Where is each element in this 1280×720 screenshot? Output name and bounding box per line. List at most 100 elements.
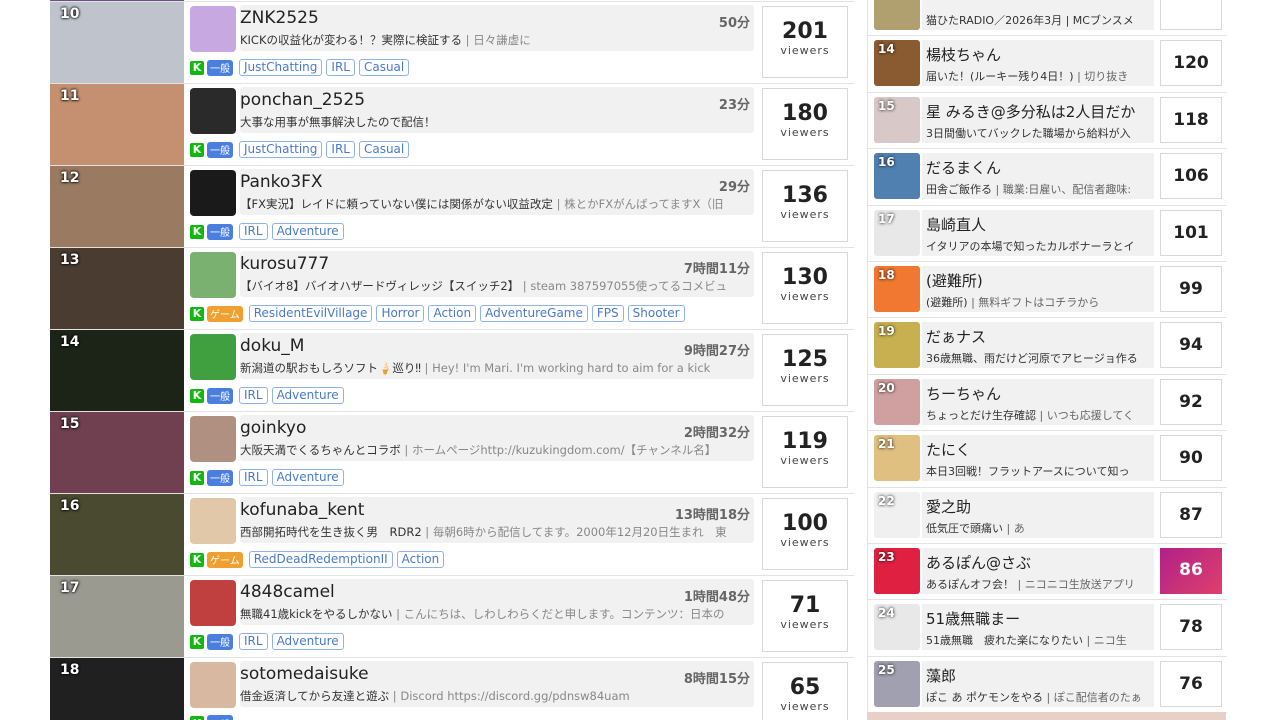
stream-title[interactable]: 田舎ご飯作る | 職業:日雇い、配信者趣味: — [926, 181, 1152, 197]
streamer-avatar[interactable] — [190, 6, 236, 52]
stream-title[interactable]: 大事な用事が無事解決したので配信！ — [240, 114, 754, 130]
stream-row[interactable]: 11 ponchan_2525 23分 大事な用事が無事解決したので配信！ K 一般 Jus… — [50, 84, 854, 166]
streamer-name[interactable]: 藻郎 — [926, 665, 956, 686]
streamer-avatar[interactable] — [190, 334, 236, 380]
stream-row[interactable]: 18 sotomedaisuke 8時間15分 借金返済してから友達と遊ぶ | Dis… — [50, 658, 854, 720]
tag-link[interactable]: Adventure — [271, 387, 344, 404]
tag-link[interactable]: Casual — [358, 141, 410, 158]
sub-stream-row[interactable]: 25 藻郎 ぽこ あ ポケモンをやる | ぽこ配信者のたぁ 76 — [867, 656, 1227, 714]
sub-stream-row[interactable]: 15 星 みるき@多分私は2人目だか 3日間働いてバックレた職場から給料が入 118 — [867, 92, 1227, 150]
stream-title[interactable]: (避難所) | 無料ギフトはコチラから — [926, 294, 1152, 310]
streamer-name[interactable]: だるまくん — [926, 157, 1001, 178]
streamer-avatar[interactable]: 25 — [874, 660, 920, 707]
sub-stream-row[interactable]: 17 島崎直人 イタリアの本場で知ったカルボナーラとイ 101 — [867, 205, 1227, 262]
streamer-avatar[interactable]: 20 — [874, 378, 920, 425]
streamer-name[interactable]: あるぽん@さぶ — [926, 552, 1031, 573]
sub-stream-row[interactable]: 猫ひたRADIO／2026年3月 | MCブンスメ — [867, 0, 1227, 37]
stream-title[interactable]: 大阪天満でくるちゃんとコラボ | ホームページhttp://kuzukingdo… — [240, 442, 754, 458]
stream-title[interactable]: 届いた！(ルーキー残り4日！) | 切り抜き — [926, 68, 1152, 84]
streamer-name[interactable]: goinkyo — [240, 418, 306, 438]
stream-thumbnail[interactable]: 13 — [50, 248, 184, 329]
stream-row[interactable]: 17 4848camel 1時間48分 無職41歳kickをやるしかない | こんにち… — [50, 576, 854, 658]
streamer-name[interactable]: (避難所) — [926, 270, 983, 291]
streamer-avatar[interactable] — [190, 580, 236, 626]
tag-link[interactable]: AdventureGame — [480, 305, 588, 322]
stream-thumbnail[interactable]: 16 — [50, 494, 184, 575]
streamer-name[interactable]: たにく — [926, 439, 971, 460]
sub-stream-row[interactable]: 18 (避難所) (避難所) | 無料ギフトはコチラから 99 — [867, 261, 1227, 319]
stream-title[interactable]: ぽこ あ ポケモンをやる | ぽこ配信者のたぁ — [926, 689, 1152, 705]
tag-link[interactable]: Adventure — [271, 633, 344, 650]
streamer-name[interactable]: 島崎直人 — [926, 214, 986, 235]
tag-link[interactable]: JustChatting — [239, 141, 323, 158]
tag-link[interactable]: Action — [396, 551, 445, 568]
stream-title[interactable]: 51歳無職 疲れた楽になりたい | ニコ生 — [926, 632, 1152, 648]
streamer-avatar[interactable] — [190, 416, 236, 462]
sub-stream-row[interactable]: 21 たにく 本日3回戦！フラットアースについて知っ 90 — [867, 431, 1227, 488]
streamer-avatar[interactable]: 17 — [874, 209, 920, 256]
stream-thumbnail[interactable] — [50, 0, 184, 1]
streamer-name[interactable]: ZNK2525 — [240, 8, 319, 28]
streamer-name[interactable]: ponchan_2525 — [240, 90, 365, 110]
stream-title[interactable]: 無職41歳kickをやるしかない | こんにちは、しわしわらくだと申します。コン… — [240, 606, 754, 622]
streamer-name[interactable]: Panko3FX — [240, 172, 323, 192]
tag-link[interactable]: Adventure — [271, 223, 344, 240]
streamer-name[interactable]: 51歳無職まー — [926, 608, 1020, 629]
streamer-name[interactable]: 星 みるき@多分私は2人目だか — [926, 101, 1135, 122]
streamer-avatar[interactable] — [190, 662, 236, 708]
streamer-avatar[interactable]: 24 — [874, 604, 920, 651]
stream-row[interactable]: 16 kofunaba_kent 13時間18分 西部開拓時代を生き抜く男 RDR2 … — [50, 494, 854, 576]
stream-title[interactable]: ちょっとだけ生存確認 | いつも応援してく — [926, 407, 1152, 423]
tag-link[interactable]: ResidentEvilVillage — [248, 305, 373, 322]
sub-stream-row[interactable]: 20 ちーちゃん ちょっとだけ生存確認 | いつも応援してく 92 — [867, 374, 1227, 432]
sub-stream-row[interactable]: 23 あるぽん@さぶ あるぽんオフ会！ | ニコニコ生放送アプリ 86 — [867, 543, 1227, 601]
stream-thumbnail[interactable]: 17 — [50, 576, 184, 657]
streamer-avatar[interactable]: 23 — [874, 547, 920, 594]
stream-row[interactable]: 12 Panko3FX 29分 【FX実況】レイドに頼っていない僕には関係がない収益改… — [50, 166, 854, 248]
streamer-name[interactable]: kurosu777 — [240, 254, 329, 274]
sub-stream-row[interactable]: 14 楊枝ちゃん 届いた！(ルーキー残り4日！) | 切り抜き 120 — [867, 36, 1227, 93]
stream-title[interactable]: 【バイオ8】バイオハザードヴィレッジ【スイッチ2】 | steam 387597… — [240, 278, 754, 294]
stream-thumbnail[interactable]: 18 — [50, 658, 184, 720]
streamer-avatar[interactable] — [190, 252, 236, 298]
streamer-name[interactable]: ちーちゃん — [926, 383, 1001, 404]
stream-title[interactable]: 新潟道の駅おもしろソフト🍦巡り‼ | Hey! I'm Mari. I'm wo… — [240, 360, 754, 376]
stream-title[interactable]: 西部開拓時代を生き抜く男 RDR2 | 毎朝6時から配信してます。2000年12… — [240, 524, 754, 540]
stream-title[interactable]: 本日3回戦！フラットアースについて知っ — [926, 463, 1152, 479]
sub-stream-row[interactable]: 22 愛之助 低気圧で頭痛い | あ 87 — [867, 487, 1227, 544]
stream-row[interactable]: 15 goinkyo 2時間32分 大阪天満でくるちゃんとコラボ | ホームページht… — [50, 412, 854, 494]
tag-link[interactable]: Action — [428, 305, 477, 322]
tag-link[interactable]: Casual — [358, 59, 410, 76]
tag-link[interactable]: IRL — [326, 59, 355, 76]
streamer-avatar[interactable] — [190, 170, 236, 216]
tag-link[interactable]: Horror — [376, 305, 425, 322]
stream-title[interactable]: 借金返済してから友達と遊ぶ | Discord https://discord.… — [240, 688, 754, 704]
stream-title[interactable]: 低気圧で頭痛い | あ — [926, 520, 1152, 536]
stream-title[interactable]: 猫ひたRADIO／2026年3月 | MCブンスメ — [926, 12, 1152, 28]
streamer-name[interactable]: 愛之助 — [926, 496, 971, 517]
stream-thumbnail[interactable]: 15 — [50, 412, 184, 493]
streamer-avatar[interactable]: 19 — [874, 322, 920, 369]
tag-link[interactable]: Shooter — [627, 305, 685, 322]
streamer-avatar[interactable]: 22 — [874, 491, 920, 538]
stream-title[interactable]: 36歳無職、雨だけど河原でアヒージョ作る — [926, 350, 1152, 366]
tag-link[interactable]: IRL — [239, 633, 268, 650]
stream-title[interactable]: KICKの収益化が変わる！？実際に検証する | 日々謙虚に — [240, 32, 754, 48]
stream-title[interactable]: 【FX実況】レイドに頼っていない僕には関係がない収益改定 | 株とかFXがんばっ… — [240, 196, 754, 212]
stream-thumbnail[interactable]: 10 — [50, 2, 184, 83]
tag-link[interactable]: IRL — [239, 387, 268, 404]
stream-row[interactable]: 14 doku_M 9時間27分 新潟道の駅おもしろソフト🍦巡り‼ | Hey! I'… — [50, 330, 854, 412]
streamer-avatar[interactable] — [874, 0, 920, 30]
stream-title[interactable]: イタリアの本場で知ったカルボナーラとイ — [926, 238, 1152, 254]
streamer-avatar[interactable]: 15 — [874, 96, 920, 143]
tag-link[interactable]: RedDeadRedemptionII — [248, 551, 393, 568]
streamer-name[interactable]: だぁナス — [926, 326, 986, 347]
tag-link[interactable]: IRL — [239, 223, 268, 240]
sub-stream-row[interactable]: 19 だぁナス 36歳無職、雨だけど河原でアヒージョ作る 94 — [867, 318, 1227, 375]
streamer-name[interactable]: doku_M — [240, 336, 304, 356]
streamer-name[interactable]: kofunaba_kent — [240, 500, 364, 520]
streamer-name[interactable]: sotomedaisuke — [240, 664, 369, 684]
tag-link[interactable]: JustChatting — [239, 59, 323, 76]
stream-thumbnail[interactable]: 14 — [50, 330, 184, 411]
stream-thumbnail[interactable]: 11 — [50, 84, 184, 165]
